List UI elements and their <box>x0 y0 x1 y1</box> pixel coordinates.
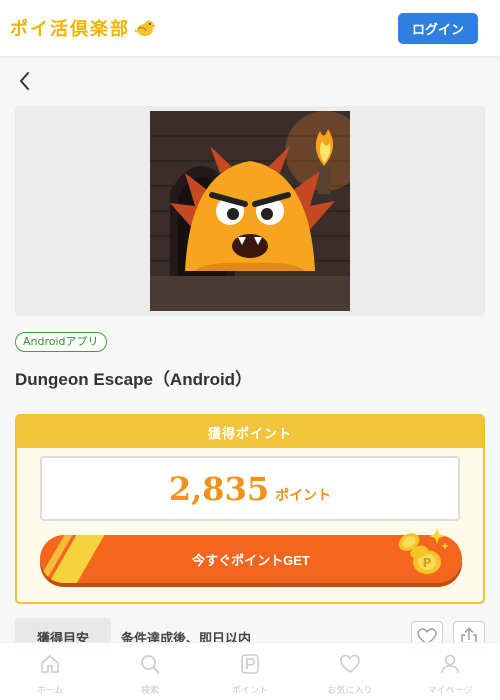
nav-home-label: ホーム <box>36 686 64 696</box>
home-icon <box>41 654 59 673</box>
site-logo[interactable]: ポイ活倶楽部 <box>10 16 156 40</box>
nav-favorites-label: お気に入り <box>327 686 373 696</box>
search-icon <box>141 655 160 674</box>
nav-search[interactable]: 検索 <box>100 643 200 700</box>
platform-badge: Androidアプリ <box>15 332 107 352</box>
points-heading: 獲得ポイント <box>17 416 483 448</box>
points-value-box: 2,835 ポイント <box>40 456 460 521</box>
nav-point-label: ポイント <box>231 686 268 696</box>
points-unit: ポイント <box>275 488 332 504</box>
nav-mypage[interactable]: マイページ <box>400 643 500 700</box>
app-header: ポイ活倶楽部 ログイン <box>0 0 500 56</box>
offer-image-card <box>15 106 485 316</box>
back-chevron-icon[interactable] <box>16 70 36 92</box>
bird-icon <box>134 20 156 36</box>
offer-title: Dungeon Escape（Android） <box>15 370 253 389</box>
game-thumbnail-image <box>150 111 350 311</box>
nav-point[interactable]: ポイント <box>200 643 300 700</box>
heart-icon <box>340 654 360 674</box>
get-points-label: 今すぐポイントGET <box>192 552 310 568</box>
login-button[interactable]: ログイン <box>398 13 478 44</box>
nav-search-label: 検索 <box>140 686 159 696</box>
points-value: 2,835 <box>168 470 270 508</box>
logo-text: ポイ活倶楽部 <box>10 19 130 40</box>
nav-favorites[interactable]: お気に入り <box>300 643 400 700</box>
coins-icon: P <box>398 528 449 574</box>
user-icon <box>441 654 459 674</box>
nav-mypage-label: マイページ <box>427 686 473 696</box>
bottom-navigation: ホーム 検索 ポイント お気に入り マイページ <box>0 642 500 700</box>
nav-home[interactable]: ホーム <box>0 643 100 700</box>
svg-text:P: P <box>423 556 432 570</box>
point-icon <box>241 654 259 674</box>
points-panel: 獲得ポイント 2,835 ポイント 今すぐポイントGET P <box>15 414 485 604</box>
